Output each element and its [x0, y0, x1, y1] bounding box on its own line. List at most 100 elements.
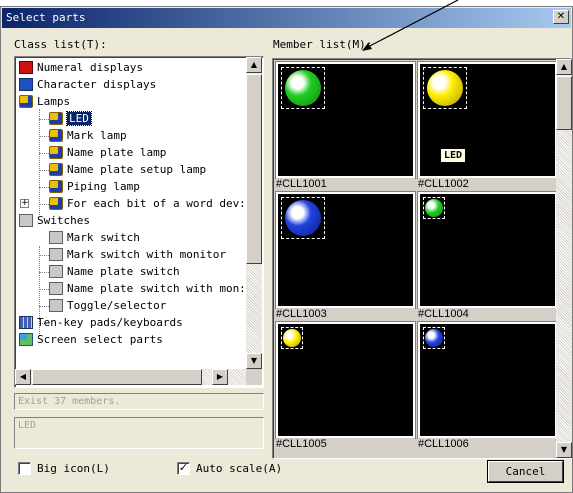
tree-item-label: Lamps [37, 95, 71, 108]
lamp-icon [49, 111, 63, 125]
tree-item-label: Mark switch with monitor [67, 248, 226, 261]
member-preview [275, 321, 416, 439]
tree-item-label: Switches [37, 214, 90, 227]
tree-connector [39, 204, 49, 205]
tree-horizontal-scrollbar[interactable]: ◀ ▶ [15, 369, 246, 385]
class-list-label: Class list(T): [14, 38, 107, 51]
scroll-right-button[interactable]: ▶ [212, 369, 228, 385]
tree-item-label: LED [66, 111, 92, 126]
tree-item-word-device-bits[interactable]: For each bit of a word dev: [49, 195, 246, 212]
lamp-icon [49, 179, 63, 193]
yellow-lamp-icon [427, 70, 463, 106]
lamp-icon [19, 94, 33, 108]
cancel-button[interactable]: Cancel [487, 460, 564, 483]
tree-connector [39, 109, 40, 215]
member-item[interactable]: #CLL1003 [275, 191, 416, 320]
arrow-left-icon: ◀ [19, 372, 27, 381]
tree-item-piping-lamp[interactable]: Piping lamp [49, 178, 140, 195]
green-lamp-icon [425, 199, 443, 217]
selected-class-field: LED [14, 417, 264, 449]
tree-item-led[interactable]: LED [49, 110, 92, 127]
member-preview [275, 61, 416, 179]
tree-item-name-plate-switch-monitor[interactable]: Name plate switch with mon: [49, 280, 246, 297]
auto-scale-checkbox[interactable]: ✓ [177, 462, 190, 475]
tree-connector [39, 153, 49, 154]
member-list-scrollbar[interactable]: ▲ ▼ [556, 59, 572, 458]
tree-connector [39, 119, 49, 120]
member-preview [417, 321, 558, 439]
arrow-down-icon: ▼ [250, 356, 258, 365]
member-name: #CLL1006 [418, 438, 557, 450]
tree-item-screen-select[interactable]: Screen select parts [19, 331, 163, 348]
tree-item-name-plate-lamp[interactable]: Name plate lamp [49, 144, 166, 161]
title-bar: Select parts ✕ [2, 8, 571, 28]
tree-connector [39, 170, 49, 171]
tree-connector [39, 272, 49, 273]
scroll-corner [246, 369, 262, 385]
tree-item-label: Screen select parts [37, 333, 163, 346]
tree-vertical-scrollbar[interactable]: ▲ ▼ [246, 57, 262, 369]
tree-item-mark-switch-monitor[interactable]: Mark switch with monitor [49, 246, 226, 263]
member-list-label: Member list(M): [273, 38, 373, 51]
tree-item-label: Name plate lamp [67, 146, 167, 159]
member-name: #CLL1001 [276, 178, 415, 190]
tree-item-lamps[interactable]: Lamps [19, 93, 70, 110]
member-name: #CLL1004 [418, 308, 557, 320]
close-button[interactable]: ✕ [553, 10, 569, 24]
tree-item-ten-key[interactable]: Ten-key pads/keyboards [19, 314, 183, 331]
member-preview [417, 191, 558, 309]
lamp-icon [49, 128, 63, 142]
scroll-up-button[interactable]: ▲ [246, 57, 262, 73]
tree-item-label: For each bit of a word dev: [67, 197, 246, 210]
arrow-up-icon: ▲ [250, 60, 258, 69]
tree-item-label: Name plate switch [67, 265, 180, 278]
screen-select-icon [19, 332, 33, 346]
scroll-thumb[interactable] [32, 369, 202, 385]
lamp-icon [49, 196, 63, 210]
switch-icon [49, 264, 63, 278]
tree-item-toggle-selector[interactable]: Toggle/selector [49, 297, 166, 314]
ten-key-icon [19, 315, 33, 329]
tree-connector [39, 289, 49, 290]
scroll-thumb[interactable] [556, 76, 572, 130]
class-tree[interactable]: + Numeral displays Character displays La… [14, 56, 264, 388]
tree-item-mark-switch[interactable]: Mark switch [49, 229, 140, 246]
tree-item-switches[interactable]: Switches [19, 212, 90, 229]
lamp-icon [49, 162, 63, 176]
tree-item-mark-lamp[interactable]: Mark lamp [49, 127, 127, 144]
member-item[interactable]: #CLL1006 [417, 321, 558, 450]
scroll-down-button[interactable]: ▼ [556, 442, 572, 458]
tree-connector [39, 255, 49, 256]
scroll-down-button[interactable]: ▼ [246, 353, 262, 369]
scroll-thumb[interactable] [246, 74, 262, 264]
expand-toggle[interactable]: + [20, 199, 29, 208]
member-list[interactable]: #CLL1001 LED #CLL1002 #CLL1003 #CLL1004 [272, 58, 572, 459]
auto-scale-label: Auto scale(A) [196, 462, 283, 475]
tree-connector [39, 187, 49, 188]
tree-item-label: Name plate setup lamp [67, 163, 207, 176]
member-item[interactable]: LED #CLL1002 [417, 61, 558, 190]
scroll-up-button[interactable]: ▲ [556, 59, 572, 75]
tree-item-name-plate-switch[interactable]: Name plate switch [49, 263, 180, 280]
window-title: Select parts [6, 11, 86, 24]
led-tag: LED [440, 148, 467, 163]
checkmark-icon: ✓ [178, 461, 189, 474]
tree-item-label: Piping lamp [67, 180, 140, 193]
member-item[interactable]: #CLL1005 [275, 321, 416, 450]
tree-item-numeral-displays[interactable]: Numeral displays [19, 59, 143, 76]
member-name: #CLL1005 [276, 438, 415, 450]
scroll-left-button[interactable]: ◀ [15, 369, 31, 385]
big-icon-checkbox[interactable] [18, 462, 31, 475]
member-preview: LED [417, 61, 558, 179]
arrow-down-icon: ▼ [560, 445, 568, 454]
switch-icon [49, 281, 63, 295]
close-icon: ✕ [556, 11, 566, 22]
tree-item-character-displays[interactable]: Character displays [19, 76, 156, 93]
tree-connector [39, 136, 49, 137]
member-item[interactable]: #CLL1001 [275, 61, 416, 190]
tree-connector [39, 306, 49, 307]
member-name: #CLL1002 [418, 178, 557, 190]
tree-item-label: Character displays [37, 78, 157, 91]
member-item[interactable]: #CLL1004 [417, 191, 558, 320]
tree-item-name-plate-setup-lamp[interactable]: Name plate setup lamp [49, 161, 206, 178]
